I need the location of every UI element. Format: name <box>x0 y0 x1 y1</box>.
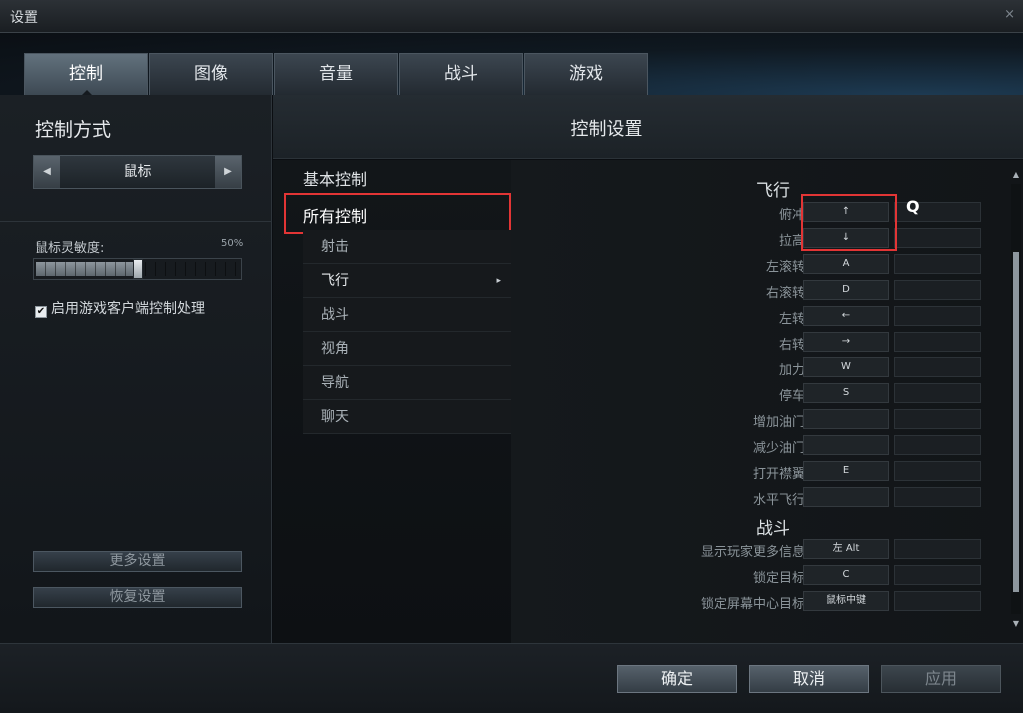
binding-label: 锁定目标 <box>752 570 805 586</box>
divider <box>0 221 272 222</box>
primary-key-slot[interactable]: ← <box>803 305 889 326</box>
primary-key-slot[interactable]: → <box>803 331 889 352</box>
tab-bar: 控制 图像 音量 战斗 游戏 <box>0 33 1023 96</box>
control-mode-heading: 控制方式 <box>35 119 112 141</box>
primary-key-slot[interactable] <box>803 409 889 430</box>
primary-key-slot[interactable]: E <box>803 461 889 481</box>
scroll-up-icon[interactable]: ▲ <box>1011 170 1021 179</box>
subcategory-shooting[interactable]: 射击 <box>303 230 511 264</box>
secondary-key-slot[interactable] <box>894 590 981 611</box>
section-flight-heading: 飞行 <box>756 181 790 201</box>
control-settings-header: 控制设置 <box>273 95 1023 159</box>
section-combat-heading: 战斗 <box>756 519 790 539</box>
slider-thumb[interactable] <box>132 259 143 279</box>
primary-key-slot[interactable] <box>803 435 889 456</box>
secondary-key-slot[interactable] <box>894 331 981 352</box>
binding-label: 加力 <box>778 363 805 379</box>
binding-label: 水平飞行 <box>752 492 805 508</box>
client-control-checkbox[interactable]: ✔ <box>35 306 47 318</box>
category-list: 基本控制 所有控制 射击 飞行 ▸ 战斗 视角 导航 聊天 <box>273 160 511 643</box>
binding-label: 锁定屏幕中心目标 <box>700 596 805 612</box>
close-icon[interactable]: × <box>1004 7 1015 22</box>
secondary-key-slot[interactable] <box>894 279 981 300</box>
subcategory-chat[interactable]: 聊天 <box>303 400 511 434</box>
binding-label: 右滚转 <box>765 285 805 301</box>
highlight-box <box>284 193 511 234</box>
binding-label: 显示玩家更多信息 <box>700 545 805 560</box>
key-bindings-list: 飞行 俯冲 ↑ 拉高 ↓ 左滚转 A 右滚转 D 左转 ← 右转 → 加力 W 停车 S 增加油门 减少油门 打开襟… <box>511 160 1023 643</box>
primary-key-slot[interactable] <box>803 486 889 507</box>
primary-key-slot[interactable]: A <box>803 253 889 274</box>
secondary-key-slot[interactable] <box>894 409 981 430</box>
secondary-key-slot[interactable] <box>894 305 981 326</box>
restore-settings-button[interactable]: 恢复设置 <box>33 587 242 608</box>
binding-label: 增加油门 <box>752 415 805 431</box>
control-mode-value: 鼠标 <box>123 164 152 180</box>
secondary-key-slot[interactable] <box>894 253 981 274</box>
primary-key-slot[interactable]: 鼠标中键 <box>803 590 889 611</box>
tab-battle[interactable]: 战斗 <box>399 53 523 95</box>
primary-key-slot[interactable]: 左 Alt <box>803 539 889 559</box>
binding-label: 左转 <box>778 311 805 327</box>
binding-label: 左滚转 <box>765 259 805 275</box>
mouse-sensitivity-value: 50% <box>221 238 244 249</box>
control-settings-title: 控制设置 <box>570 119 643 140</box>
chevron-left-icon[interactable]: ◀ <box>34 156 60 188</box>
footer-bar: 确定 取消 应用 <box>0 643 1023 713</box>
secondary-key-slot[interactable] <box>894 227 981 248</box>
more-settings-button[interactable]: 更多设置 <box>33 551 242 572</box>
secondary-key-slot[interactable] <box>894 539 981 559</box>
secondary-key-slot[interactable] <box>894 486 981 507</box>
scrollbar-thumb[interactable] <box>1013 252 1019 592</box>
secondary-key-slot[interactable] <box>894 564 981 585</box>
cancel-button[interactable]: 取消 <box>749 665 869 693</box>
primary-key-slot[interactable]: S <box>803 383 889 404</box>
mouse-sensitivity-label: 鼠标灵敏度: <box>35 241 105 256</box>
client-control-option[interactable]: ✔ 启用游戏客户端控制处理 <box>35 298 205 318</box>
secondary-key-slot[interactable] <box>894 435 981 456</box>
highlight-box <box>801 194 897 251</box>
secondary-key-slot[interactable] <box>894 357 981 378</box>
scrollbar[interactable]: ▲ ▼ <box>1011 170 1021 628</box>
subcategory-label: 飞行 <box>321 273 349 289</box>
binding-label: 右转 <box>778 337 805 353</box>
window-titlebar: 设置 × <box>0 0 1023 33</box>
binding-label: 打开襟翼 <box>752 467 805 482</box>
apply-button[interactable]: 应用 <box>881 665 1001 693</box>
primary-key-slot[interactable]: W <box>803 357 889 378</box>
scroll-down-icon[interactable]: ▼ <box>1011 619 1021 628</box>
client-control-label: 启用游戏客户端控制处理 <box>51 301 205 317</box>
tab-game[interactable]: 游戏 <box>524 53 648 95</box>
primary-key-slot[interactable]: C <box>803 564 889 585</box>
caret-right-icon: ▸ <box>496 276 501 286</box>
tab-control[interactable]: 控制 <box>24 53 148 96</box>
primary-key-slot[interactable]: D <box>803 279 889 300</box>
secondary-key-slot[interactable] <box>894 383 981 404</box>
chevron-right-icon[interactable]: ▶ <box>215 156 241 188</box>
binding-label: 减少油门 <box>752 441 805 457</box>
subcategory-flight[interactable]: 飞行 ▸ <box>303 264 511 298</box>
subcategory-combat[interactable]: 战斗 <box>303 298 511 332</box>
control-mode-panel: 控制方式 ◀ 鼠标 ▶ 鼠标灵敏度: 50% ✔ 启用游戏客户端控制处理 更多设置… <box>0 95 272 643</box>
control-mode-selector: ◀ 鼠标 ▶ <box>33 155 242 189</box>
binding-label: 停车 <box>778 389 805 405</box>
mouse-sensitivity-slider[interactable] <box>33 258 242 280</box>
category-basic-controls[interactable]: 基本控制 <box>303 166 367 190</box>
tab-graphics[interactable]: 图像 <box>149 53 273 95</box>
secondary-key-slot[interactable] <box>894 461 981 481</box>
subcategory-navigation[interactable]: 导航 <box>303 366 511 400</box>
window-title: 设置 <box>10 10 38 26</box>
tab-volume[interactable]: 音量 <box>274 53 398 95</box>
subcategory-view[interactable]: 视角 <box>303 332 511 366</box>
annotation-q: Q <box>906 197 920 216</box>
ok-button[interactable]: 确定 <box>617 665 737 693</box>
